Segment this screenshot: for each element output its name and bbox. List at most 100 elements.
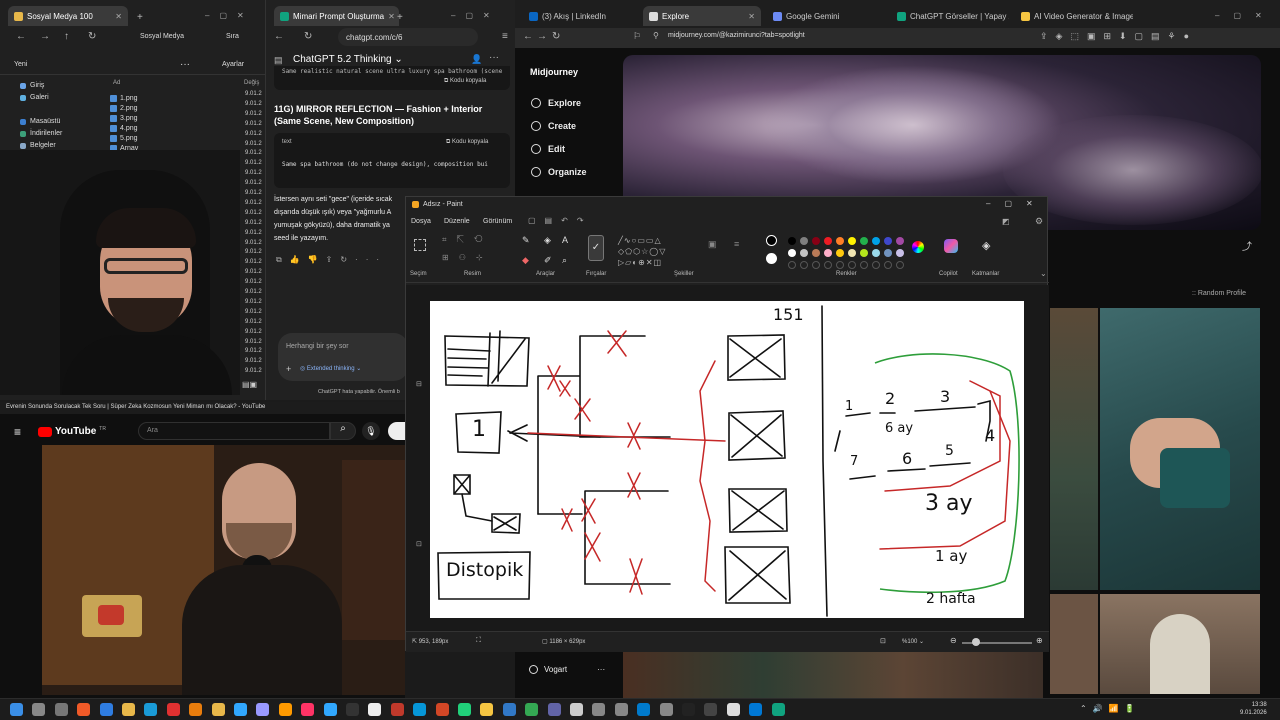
windows-icon[interactable]: [659, 703, 673, 716]
back-icon[interactable]: ←: [523, 31, 533, 42]
youtube-search-input[interactable]: Ara: [138, 422, 330, 440]
substance-icon[interactable]: [458, 703, 471, 716]
clock[interactable]: 13:38 9.01.2026: [1240, 701, 1267, 717]
back-icon[interactable]: ←: [16, 31, 26, 42]
mail-icon[interactable]: [749, 703, 763, 716]
color-swatch[interactable]: [824, 249, 832, 257]
gallery-image[interactable]: [1100, 594, 1260, 694]
brush-icon[interactable]: ✓: [588, 235, 604, 261]
start-icon[interactable]: [10, 703, 23, 716]
plus-icon[interactable]: +: [286, 364, 291, 374]
random-profile-link[interactable]: :: Random Profile: [1192, 290, 1246, 297]
layers-icon[interactable]: ◈: [982, 239, 990, 252]
tab-explore[interactable]: Explore ✕: [643, 6, 761, 26]
site-info-icon[interactable]: ⚲: [653, 31, 659, 40]
refresh-icon[interactable]: ↻: [304, 31, 312, 42]
empty-swatch[interactable]: [884, 261, 892, 269]
add-person-icon[interactable]: 👤: [471, 54, 482, 65]
color-swatch[interactable]: [860, 237, 868, 245]
refresh-icon[interactable]: ↻: [88, 31, 96, 42]
terminal-icon[interactable]: [704, 703, 718, 716]
column-date-header[interactable]: Değiş: [244, 80, 259, 86]
color-swatch[interactable]: [848, 237, 856, 245]
close-icon[interactable]: ✕: [115, 12, 122, 21]
designer-icon[interactable]: [480, 703, 494, 716]
nav-explore[interactable]: Explore: [531, 98, 581, 108]
pencil-icon[interactable]: ✎: [522, 235, 530, 246]
empty-swatch[interactable]: [896, 261, 904, 269]
user-profile-button[interactable]: Vogart ···: [529, 665, 605, 674]
list-item[interactable]: 5.png: [110, 135, 138, 142]
blender-icon[interactable]: [189, 703, 203, 716]
more-icon[interactable]: ···: [597, 665, 605, 674]
more-icon[interactable]: ···: [489, 52, 499, 63]
github-icon[interactable]: [726, 703, 740, 716]
address-bar[interactable]: chatgpt.com/c/6: [338, 28, 478, 46]
color-swatch[interactable]: [896, 237, 904, 245]
share-icon[interactable]: ◩: [1002, 217, 1010, 226]
zoom-out-icon[interactable]: ⊖: [950, 636, 957, 645]
forward-icon[interactable]: →: [537, 31, 547, 42]
microphone-icon[interactable]: 🎙: [362, 422, 380, 440]
shape-outline-icon[interactable]: ▣: [708, 239, 717, 250]
taskview-icon[interactable]: [54, 703, 68, 716]
quick-actions[interactable]: ▢▤↶↷: [528, 216, 593, 225]
zoom-in-icon[interactable]: ⊕: [1036, 636, 1043, 645]
color-swatch[interactable]: [824, 237, 832, 245]
zoom-slider-thumb[interactable]: [972, 638, 980, 646]
tab-chatgpt-images[interactable]: ChatGPT Görseller | Yapay Zekalı Gö: [891, 6, 1009, 26]
color-swatch[interactable]: [836, 249, 844, 257]
list-item[interactable]: 4.png: [110, 125, 138, 132]
color-swatch[interactable]: [800, 249, 808, 257]
sidebar-item-home[interactable]: Giriş: [20, 82, 44, 89]
menu-file[interactable]: Dosya: [411, 218, 431, 225]
tab-ai-video[interactable]: AI Video Generator & Image Generat: [1015, 6, 1133, 26]
bookmark-icon[interactable]: ⚐: [633, 31, 641, 42]
copilot-icon[interactable]: [944, 239, 958, 253]
ppt-icon[interactable]: [435, 703, 449, 716]
nav-edit[interactable]: Edit: [531, 144, 565, 154]
color-swatch[interactable]: [788, 237, 796, 245]
shapes-gallery[interactable]: ╱∿○▭▭△ ◇⬠⬡☆◯▽ ▷▱◐⊕✕◫: [618, 235, 702, 267]
notes-icon[interactable]: [570, 703, 583, 716]
empty-swatch[interactable]: [848, 261, 856, 269]
menu-edit[interactable]: Düzenle: [444, 218, 470, 225]
message-actions[interactable]: ⧉👍👎⇪↻···: [276, 255, 387, 265]
size-icon[interactable]: ≡: [734, 239, 739, 249]
tab-gemini[interactable]: Google Gemini: [767, 6, 885, 26]
color-swatch[interactable]: [884, 237, 892, 245]
text-icon[interactable]: A: [562, 235, 568, 245]
photoshop-icon[interactable]: [234, 703, 247, 716]
search-icon[interactable]: [32, 703, 46, 716]
select-tool-icon[interactable]: [414, 239, 426, 251]
empty-swatch[interactable]: [860, 261, 868, 269]
search-box[interactable]: Sıra: [226, 33, 239, 40]
sidebar-item-documents[interactable]: Belgeler: [20, 142, 56, 149]
primary-color[interactable]: [766, 235, 777, 246]
new-button[interactable]: Yeni: [14, 61, 27, 68]
lightroom-icon[interactable]: [323, 703, 337, 716]
settings-icon[interactable]: [614, 703, 628, 716]
up-icon[interactable]: ↑: [64, 31, 69, 42]
youtube-video[interactable]: [42, 445, 405, 695]
unreal-icon[interactable]: [368, 703, 382, 716]
tab-linkedin[interactable]: (3) Akış | LinkedIn: [523, 6, 641, 26]
new-tab-icon[interactable]: +: [137, 12, 143, 23]
color-swatch[interactable]: [896, 249, 904, 257]
sidebar-item-gallery[interactable]: Galeri: [20, 94, 49, 101]
column-name-header[interactable]: Ad: [113, 80, 120, 86]
hamburger-menu-icon[interactable]: ≡: [14, 425, 21, 439]
3ds-icon[interactable]: [413, 703, 427, 716]
selection-icon[interactable]: ⛶: [476, 637, 481, 645]
sidebar-item-desktop[interactable]: Masaüstü: [20, 118, 60, 125]
color-swatch[interactable]: [872, 237, 880, 245]
copy-code-button[interactable]: ⧉ Kodu kopyala: [444, 78, 486, 85]
side-panel-icons[interactable]: ⊟ ⊡: [416, 305, 422, 625]
midjourney-logo[interactable]: Midjourney: [530, 67, 578, 77]
list-item[interactable]: 2.png: [110, 105, 138, 112]
share-icon[interactable]: ⤴: [1242, 238, 1252, 253]
files-icon[interactable]: [211, 703, 225, 716]
chat-input-box[interactable]: Herhangi bir şey sor + ◎ Extended thinki…: [278, 333, 408, 381]
gallery-image[interactable]: [1050, 594, 1098, 694]
gallery-image[interactable]: [1100, 308, 1260, 590]
